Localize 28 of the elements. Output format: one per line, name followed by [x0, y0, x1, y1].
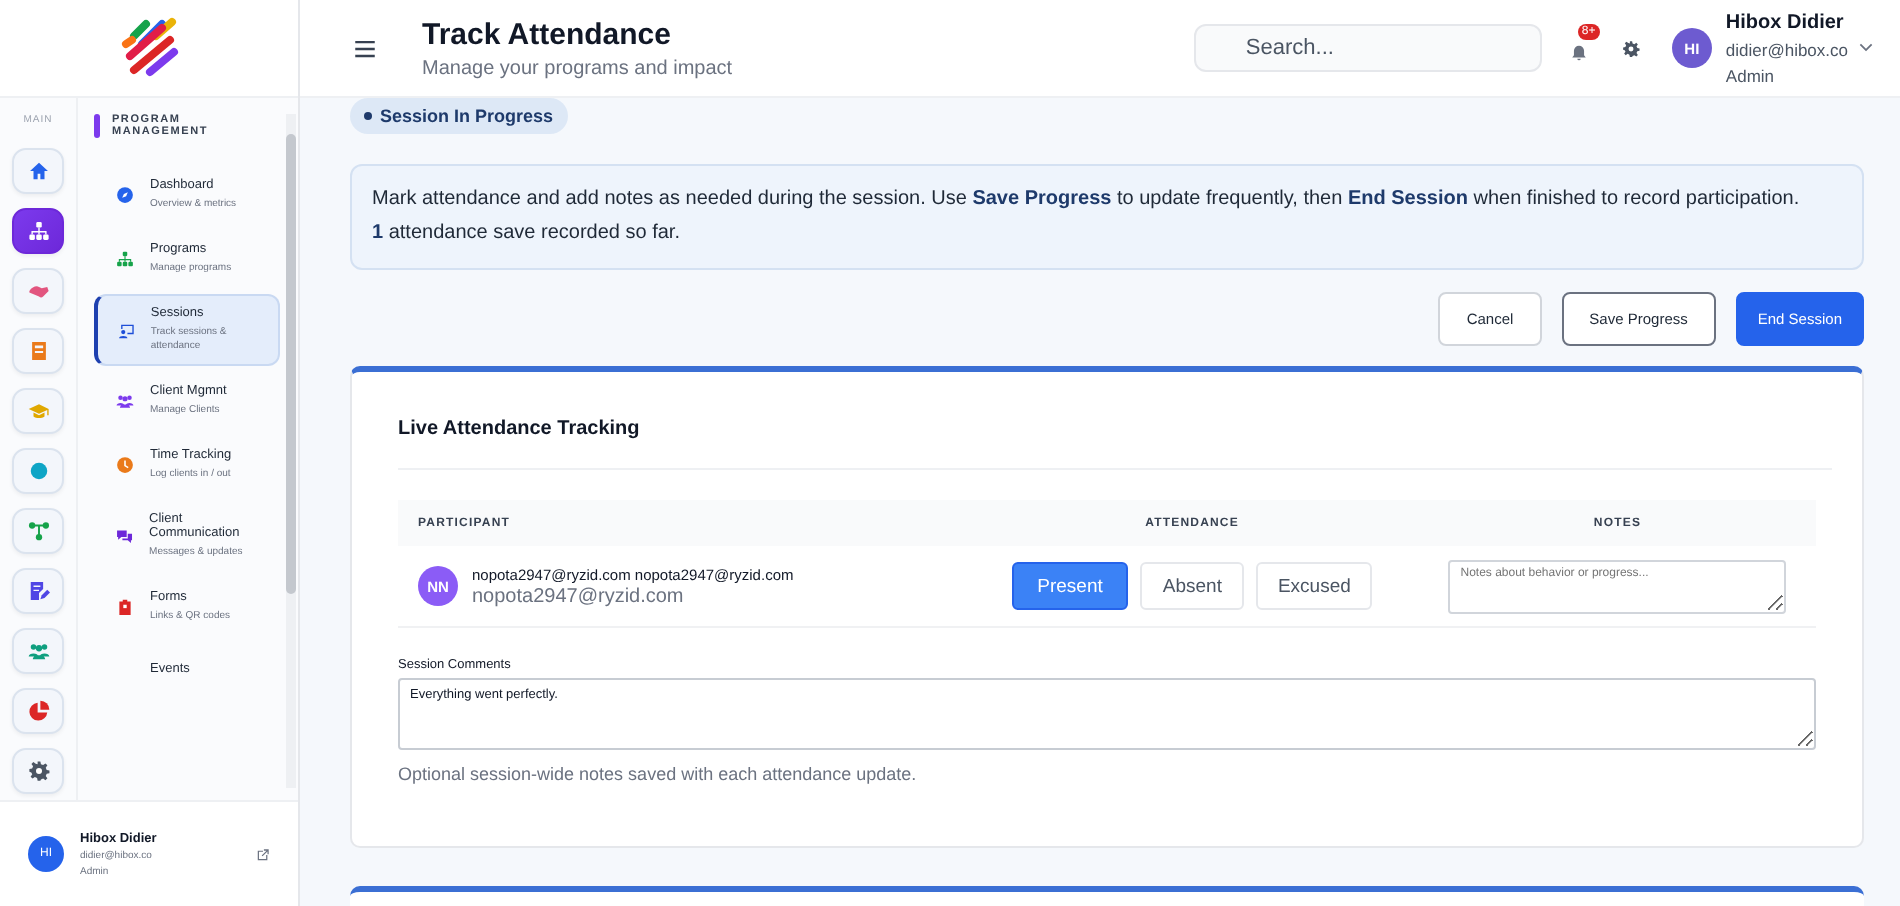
save-count-text: 1 attendance save recorded so far.	[372, 219, 682, 247]
comments-hint: Optional session-wide notes saved with each attendance update.	[398, 764, 919, 784]
card-title: Live Attendance Tracking	[398, 372, 1832, 470]
user-email: didier@hibox.co	[1725, 39, 1848, 59]
org-chart-icon	[116, 250, 134, 268]
info-text: Mark attendance and add notes as needed during the session. Use Save Progress to update frequently, then End Session when finished to record participation.	[372, 186, 1802, 214]
compass-icon	[116, 186, 134, 204]
attendance-option[interactable]: Present	[1011, 562, 1129, 610]
clipboard-icon	[116, 598, 134, 616]
participant-email: nopota2947@ryzid.com	[472, 585, 686, 607]
search-field[interactable]: Search...	[1193, 24, 1542, 72]
page-subtitle: Manage your programs and impact	[422, 57, 735, 79]
external-link-icon[interactable]	[256, 847, 270, 861]
monitor-person-icon	[118, 321, 135, 339]
attendance-option[interactable]: Excused	[1255, 562, 1373, 610]
clock-icon	[116, 456, 134, 474]
people-icon	[116, 392, 134, 410]
rail-button[interactable]	[12, 208, 64, 254]
logo-icon	[117, 16, 181, 80]
settings-icon[interactable]	[1621, 39, 1640, 57]
menu-icon[interactable]	[352, 35, 378, 61]
bell-icon[interactable]	[1569, 44, 1588, 62]
page-title: Track Attendance	[422, 17, 673, 51]
user-role: Admin	[1725, 65, 1777, 85]
user-name: Hibox Didier	[1725, 11, 1846, 33]
chat-bubbles-icon	[116, 527, 134, 545]
status-badge: Session In Progress	[350, 98, 568, 134]
attendance-option[interactable]: Absent	[1140, 562, 1244, 610]
